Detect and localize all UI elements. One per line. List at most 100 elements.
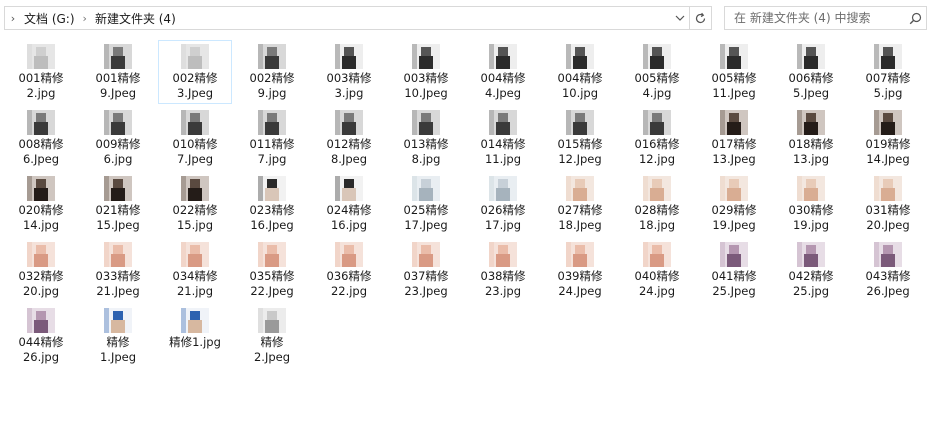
search-box[interactable] bbox=[724, 6, 927, 30]
file-item[interactable]: 009精修 6.jpg bbox=[81, 106, 155, 170]
file-name: 023精修 16.Jpeg bbox=[236, 203, 308, 233]
file-list-view[interactable]: 001精修 2.jpg 001精修 9.Jpeg 002精修 3.Jpeg 002精修 9.j… bbox=[4, 40, 929, 436]
file-item[interactable]: 021精修 15.Jpeg bbox=[81, 172, 155, 236]
file-name-line2: 8.Jpeg bbox=[330, 152, 368, 166]
file-name-line1: 043精修 bbox=[865, 269, 911, 283]
file-item[interactable]: 015精修 12.Jpeg bbox=[543, 106, 617, 170]
file-item[interactable]: 044精修 26.jpg bbox=[4, 304, 78, 368]
file-name-line2: 20.Jpeg bbox=[866, 218, 910, 232]
file-item[interactable]: 013精修 8.jpg bbox=[389, 106, 463, 170]
file-item[interactable]: 019精修 14.Jpeg bbox=[851, 106, 925, 170]
file-item[interactable]: 016精修 12.jpg bbox=[620, 106, 694, 170]
search-input[interactable] bbox=[725, 11, 904, 25]
breadcrumb-separator-icon[interactable]: › bbox=[78, 12, 92, 25]
file-item[interactable]: 003精修 3.jpg bbox=[312, 40, 386, 104]
file-name-line2: 24.jpg bbox=[638, 284, 676, 298]
file-item[interactable]: 012精修 8.Jpeg bbox=[312, 106, 386, 170]
file-name-line1: 022精修 bbox=[172, 203, 218, 217]
file-item[interactable]: 010精修 7.Jpeg bbox=[158, 106, 232, 170]
file-name-line2: 15.Jpeg bbox=[96, 218, 140, 232]
file-name-line1: 精修 bbox=[260, 335, 284, 349]
file-item[interactable]: 040精修 24.jpg bbox=[620, 238, 694, 302]
file-item[interactable]: 038精修 23.jpg bbox=[466, 238, 540, 302]
file-item[interactable]: 精修 1.Jpeg bbox=[81, 304, 155, 368]
file-item[interactable]: 023精修 16.Jpeg bbox=[235, 172, 309, 236]
file-item[interactable]: 006精修 5.Jpeg bbox=[774, 40, 848, 104]
file-item[interactable]: 014精修 11.jpg bbox=[466, 106, 540, 170]
file-name-line1: 034精修 bbox=[172, 269, 218, 283]
image-thumbnail bbox=[566, 44, 594, 69]
file-item[interactable]: 018精修 13.jpg bbox=[774, 106, 848, 170]
file-name: 005精修 4.jpg bbox=[621, 71, 693, 101]
file-item[interactable]: 精修 2.Jpeg bbox=[235, 304, 309, 368]
search-button[interactable] bbox=[904, 12, 926, 25]
file-item[interactable]: 007精修 5.jpg bbox=[851, 40, 925, 104]
file-item[interactable]: 024精修 16.jpg bbox=[312, 172, 386, 236]
file-name-line2: 5.Jpeg bbox=[792, 86, 830, 100]
file-name-line1: 009精修 bbox=[95, 137, 141, 151]
file-item[interactable]: 004精修 10.jpg bbox=[543, 40, 617, 104]
file-item[interactable]: 020精修 14.jpg bbox=[4, 172, 78, 236]
file-item[interactable]: 022精修 15.jpg bbox=[158, 172, 232, 236]
file-item[interactable]: 026精修 17.jpg bbox=[466, 172, 540, 236]
image-thumbnail bbox=[566, 176, 594, 201]
file-name-line1: 038精修 bbox=[480, 269, 526, 283]
file-item[interactable]: 003精修 10.Jpeg bbox=[389, 40, 463, 104]
file-name-line2: 13.Jpeg bbox=[712, 152, 756, 166]
file-item[interactable]: 033精修 21.Jpeg bbox=[81, 238, 155, 302]
file-item[interactable]: 037精修 23.Jpeg bbox=[389, 238, 463, 302]
file-item[interactable]: 030精修 19.jpg bbox=[774, 172, 848, 236]
file-item[interactable]: 032精修 20.jpg bbox=[4, 238, 78, 302]
address-bar[interactable]: › 文档 (G:) › 新建文件夹 (4) bbox=[4, 6, 690, 30]
file-item[interactable]: 042精修 25.jpg bbox=[774, 238, 848, 302]
file-item[interactable]: 004精修 4.Jpeg bbox=[466, 40, 540, 104]
file-item[interactable]: 001精修 2.jpg bbox=[4, 40, 78, 104]
address-history-dropdown[interactable] bbox=[671, 7, 689, 29]
file-item[interactable]: 005精修 11.Jpeg bbox=[697, 40, 771, 104]
file-name-line2: 3.jpg bbox=[334, 86, 364, 100]
image-thumbnail bbox=[181, 44, 209, 69]
file-name-line1: 010精修 bbox=[172, 137, 218, 151]
file-item[interactable]: 017精修 13.Jpeg bbox=[697, 106, 771, 170]
file-item[interactable]: 043精修 26.Jpeg bbox=[851, 238, 925, 302]
file-item[interactable]: 002精修 9.jpg bbox=[235, 40, 309, 104]
file-item[interactable]: 039精修 24.Jpeg bbox=[543, 238, 617, 302]
file-name-line1: 018精修 bbox=[788, 137, 834, 151]
file-item[interactable]: 036精修 22.jpg bbox=[312, 238, 386, 302]
image-thumbnail bbox=[104, 308, 132, 333]
refresh-button[interactable] bbox=[690, 6, 712, 30]
file-name-line1: 013精修 bbox=[403, 137, 449, 151]
file-name-line2: 12.jpg bbox=[638, 152, 676, 166]
image-thumbnail bbox=[874, 110, 902, 135]
file-name: 034精修 21.jpg bbox=[159, 269, 231, 299]
file-item[interactable]: 027精修 18.Jpeg bbox=[543, 172, 617, 236]
file-item[interactable]: 035精修 22.Jpeg bbox=[235, 238, 309, 302]
file-name-line2: 17.jpg bbox=[484, 218, 522, 232]
file-name-line1: 020精修 bbox=[18, 203, 64, 217]
file-name: 041精修 25.Jpeg bbox=[698, 269, 770, 299]
image-thumbnail bbox=[181, 242, 209, 267]
file-item[interactable]: 025精修 17.Jpeg bbox=[389, 172, 463, 236]
file-item[interactable]: 002精修 3.Jpeg bbox=[158, 40, 232, 104]
image-thumbnail bbox=[27, 176, 55, 201]
file-name-line2: 19.jpg bbox=[792, 218, 830, 232]
file-item[interactable]: 001精修 9.Jpeg bbox=[81, 40, 155, 104]
file-item[interactable]: 精修1.jpg bbox=[158, 304, 232, 368]
file-name-line1: 007精修 bbox=[865, 71, 911, 85]
file-item[interactable]: 031精修 20.Jpeg bbox=[851, 172, 925, 236]
breadcrumb-drive[interactable]: 文档 (G:) bbox=[21, 10, 78, 27]
image-thumbnail bbox=[797, 44, 825, 69]
file-item[interactable]: 028精修 18.jpg bbox=[620, 172, 694, 236]
image-thumbnail bbox=[874, 44, 902, 69]
file-item[interactable]: 005精修 4.jpg bbox=[620, 40, 694, 104]
file-item[interactable]: 029精修 19.Jpeg bbox=[697, 172, 771, 236]
file-item[interactable]: 011精修 7.jpg bbox=[235, 106, 309, 170]
file-item[interactable]: 008精修 6.Jpeg bbox=[4, 106, 78, 170]
file-name: 003精修 10.Jpeg bbox=[390, 71, 462, 101]
image-thumbnail bbox=[181, 110, 209, 135]
file-item[interactable]: 041精修 25.Jpeg bbox=[697, 238, 771, 302]
file-item[interactable]: 034精修 21.jpg bbox=[158, 238, 232, 302]
file-name: 033精修 21.Jpeg bbox=[82, 269, 154, 299]
breadcrumb-folder[interactable]: 新建文件夹 (4) bbox=[92, 10, 179, 27]
breadcrumb-chevron-icon[interactable]: › bbox=[5, 12, 21, 25]
